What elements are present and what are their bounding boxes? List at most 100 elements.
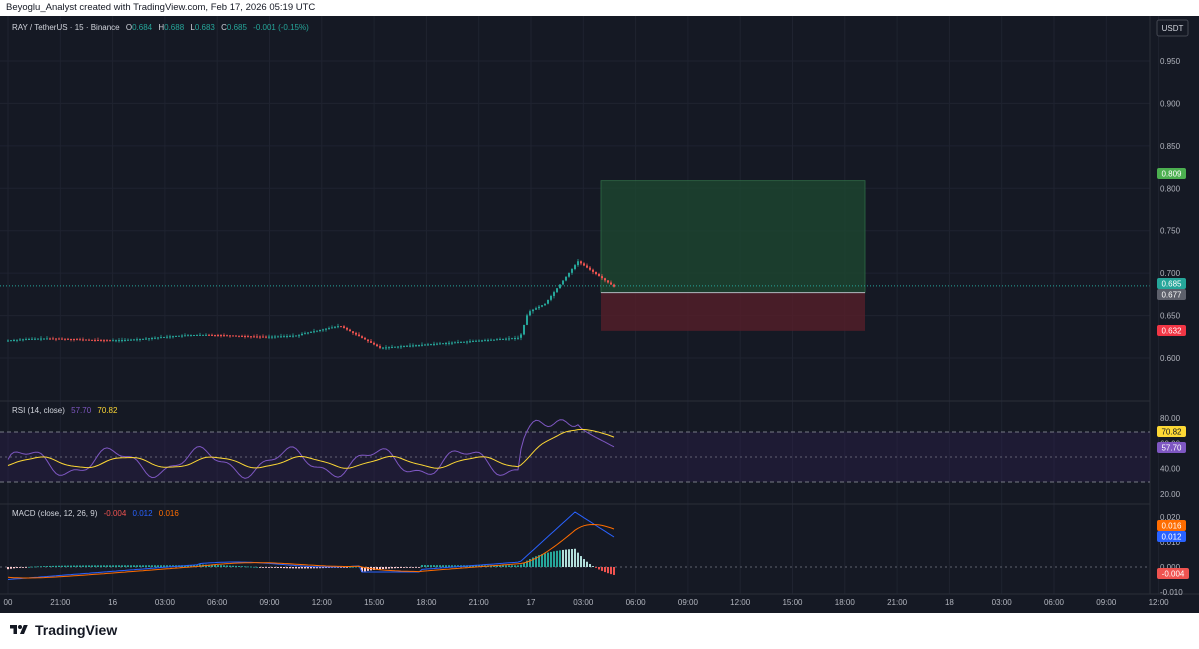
- candle-body: [193, 335, 195, 337]
- macd-histogram-bar: [145, 565, 147, 567]
- candle-body: [238, 335, 240, 337]
- candle-body: [535, 308, 537, 310]
- candle-body: [70, 338, 72, 340]
- candle-body: [487, 339, 489, 341]
- tradingview-brand[interactable]: TradingView: [8, 622, 117, 638]
- candle-body: [46, 338, 48, 340]
- candle-body: [385, 347, 387, 349]
- position-loss-zone[interactable]: [601, 292, 865, 331]
- macd-histogram-bar: [274, 567, 276, 568]
- candle-body: [187, 335, 189, 337]
- candle-body: [595, 271, 597, 274]
- candle-body: [460, 341, 462, 343]
- macd-histogram-bar: [598, 567, 600, 570]
- macd-label-hist: -0.004: [1157, 568, 1189, 579]
- rsi-legend[interactable]: RSI (14, close) 57.70 70.82: [12, 406, 118, 415]
- candle-body: [289, 335, 291, 337]
- candle-body: [364, 337, 366, 340]
- time-tick-label: 17: [527, 598, 536, 607]
- candle-body: [349, 329, 351, 332]
- candle-body: [367, 339, 369, 342]
- footer: TradingView: [0, 613, 1199, 649]
- candle-body: [73, 339, 75, 341]
- candle-body: [310, 331, 312, 333]
- time-tick-label: 21:00: [469, 598, 490, 607]
- time-tick-label: 12:00: [312, 598, 333, 607]
- time-tick-label: 00: [4, 598, 13, 607]
- candle-body: [211, 334, 213, 336]
- price-tick-label: 0.900: [1160, 99, 1181, 108]
- candle-body: [250, 336, 252, 338]
- macd-histogram-bar: [514, 565, 516, 567]
- macd-histogram-bar: [115, 565, 117, 567]
- candle-body: [58, 338, 60, 340]
- macd-histogram-bar: [604, 567, 606, 573]
- candle-body: [190, 335, 192, 337]
- candle-body: [448, 342, 450, 344]
- position-profit-zone[interactable]: [600, 180, 866, 294]
- macd-legend[interactable]: MACD (close, 12, 26, 9) -0.004 0.012 0.0…: [12, 509, 179, 518]
- macd-histogram-bar: [424, 565, 426, 567]
- candle-body: [163, 336, 165, 338]
- macd-histogram-bar: [436, 565, 438, 567]
- candle-body: [319, 329, 321, 331]
- macd-histogram-bar: [271, 567, 273, 568]
- macd-histogram-bar: [100, 565, 102, 567]
- macd-histogram-bar: [553, 551, 555, 567]
- candle-body: [169, 336, 171, 338]
- macd-histogram-bar: [541, 554, 543, 567]
- macd-histogram-bar: [397, 567, 399, 569]
- macd-histogram-bar: [577, 552, 579, 567]
- macd-histogram-bar: [34, 566, 36, 568]
- macd-histogram-bar: [307, 567, 309, 569]
- price-axis[interactable]: 0.950 0.900 0.850 0.800 0.750 0.700 0.650 0.600: [1160, 57, 1181, 363]
- candle-body: [235, 335, 237, 337]
- candle-body: [316, 330, 318, 332]
- candle-body: [166, 336, 168, 338]
- chart-canvas[interactable]: RAY / TetherUS · 15 · Binance O0.684 H0.…: [0, 16, 1199, 613]
- macd-histogram-bar: [448, 565, 450, 567]
- time-tick-label: 09:00: [678, 598, 699, 607]
- time-tick-label: 03:00: [573, 598, 594, 607]
- macd-histogram-bar: [148, 565, 150, 567]
- candle-body: [511, 338, 513, 340]
- macd-histogram-bar: [223, 565, 225, 567]
- macd-histogram-bar: [79, 565, 81, 567]
- candle-body: [160, 337, 162, 339]
- candle-body: [520, 334, 522, 338]
- macd-histogram-bar: [586, 561, 588, 567]
- macd-histogram-bar: [241, 566, 243, 567]
- symbol-legend[interactable]: RAY / TetherUS · 15 · Binance O0.684 H0.…: [12, 23, 309, 32]
- candle-body: [97, 340, 99, 342]
- candle-body: [496, 339, 498, 341]
- macd-label-macd: 0.012: [1157, 531, 1186, 542]
- candle-body: [298, 335, 300, 337]
- macd-histogram-bar: [430, 565, 432, 567]
- candle-body: [127, 339, 129, 341]
- time-axis[interactable]: 00 21:00 16 03:00 06:00 09:00 12:00 15:00 18:00 2…: [4, 598, 1170, 607]
- candle-body: [472, 341, 474, 343]
- candle-body: [277, 336, 279, 338]
- chart-area[interactable]: RAY / TetherUS · 15 · Binance O0.684 H0.…: [0, 16, 1199, 613]
- candle-body: [574, 265, 576, 269]
- brand-name: TradingView: [35, 622, 118, 638]
- macd-histogram-bar: [25, 567, 27, 568]
- price-label-entry: 0.677: [1157, 289, 1186, 300]
- candle-body: [334, 326, 336, 328]
- candle-body: [361, 336, 363, 338]
- candle-body: [43, 338, 45, 340]
- macd-histogram-bar: [229, 565, 231, 567]
- candle-body: [154, 337, 156, 339]
- candle-body: [601, 276, 603, 279]
- macd-histogram-bar: [76, 565, 78, 567]
- macd-histogram-bar: [301, 567, 303, 569]
- candle-body: [142, 338, 144, 340]
- currency-button-label: USDT: [1162, 24, 1184, 33]
- candle-body: [604, 278, 606, 281]
- macd-histogram-bar: [259, 567, 261, 568]
- time-tick-label: 21:00: [887, 598, 908, 607]
- macd-histogram-bar: [547, 552, 549, 567]
- macd-histogram-bar: [583, 559, 585, 567]
- macd-histogram-bar: [520, 564, 522, 567]
- candle-body: [256, 336, 258, 338]
